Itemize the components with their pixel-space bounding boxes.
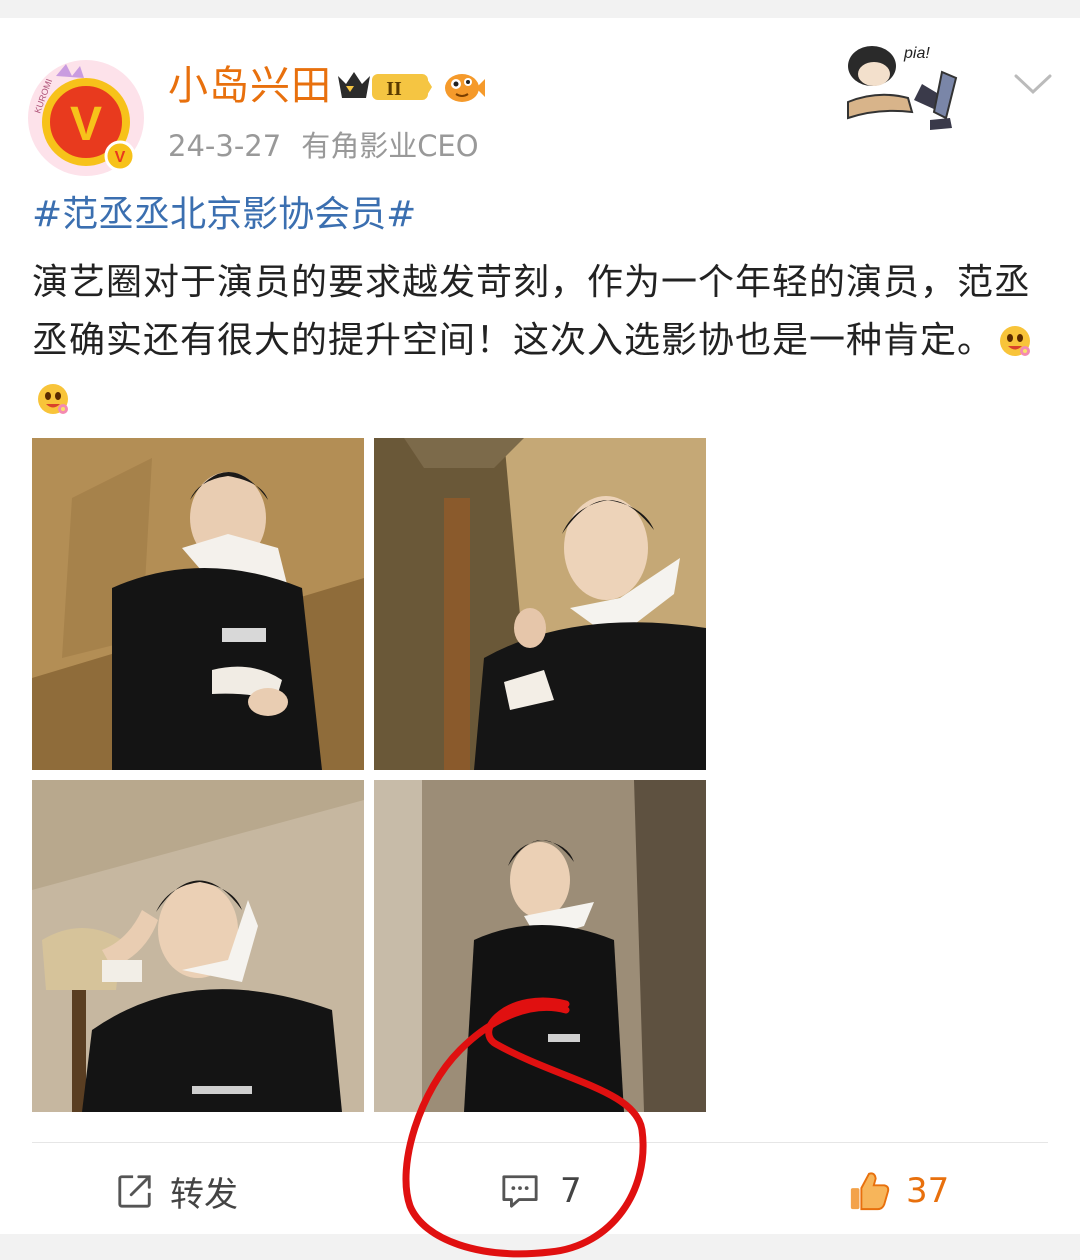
decoration-sticker: pia! [838,32,978,132]
weibo-post-card: V V KUROMI 小岛兴田 II 24-3-27 有角影业CEO pia! … [0,18,1080,1234]
post-body: 演艺圈对于演员的要求越发苛刻，作为一个年轻的演员，范丞丞确实还有很大的提升空间！… [32,254,1052,428]
topic-hashtag[interactable]: #范丞丞北京影协会员# [32,193,416,237]
svg-text:V: V [115,149,126,166]
vip-level: II [386,78,402,100]
repost-label: 转发 [170,1174,238,1215]
repost-button[interactable]: 转发 [116,1166,238,1216]
chevron-down-icon[interactable] [1010,66,1056,102]
decoration-text: pia! [903,45,930,62]
comment-button[interactable]: 7 [500,1166,582,1216]
like-button[interactable]: 37 [848,1166,949,1216]
smile-flower-emoji [998,318,1032,356]
post-photo-4[interactable] [374,780,706,1112]
post-photo-2[interactable] [374,438,706,770]
like-icon [850,1172,890,1211]
post-photo-3[interactable] [32,780,364,1112]
comment-count: 7 [560,1171,582,1211]
smile-flower-emoji [36,376,70,414]
post-meta: 24-3-27 有角影业CEO [168,128,479,164]
comment-icon [502,1175,538,1208]
svg-text:V: V [70,98,102,151]
post-photo-1[interactable] [32,438,364,770]
vip-crown-icon[interactable]: II [334,68,434,104]
action-divider [32,1142,1048,1143]
post-date: 24-3-27 [168,129,282,163]
repost-icon [118,1175,151,1208]
like-count: 37 [906,1171,950,1211]
username[interactable]: 小岛兴田 [168,62,332,110]
fish-badge-icon[interactable] [442,66,486,106]
avatar[interactable]: V V KUROMI [26,58,146,178]
user-title: 有角影业CEO [301,129,479,163]
post-body-text: 演艺圈对于演员的要求越发苛刻，作为一个年轻的演员，范丞丞确实还有很大的提升空间！… [32,262,1032,361]
